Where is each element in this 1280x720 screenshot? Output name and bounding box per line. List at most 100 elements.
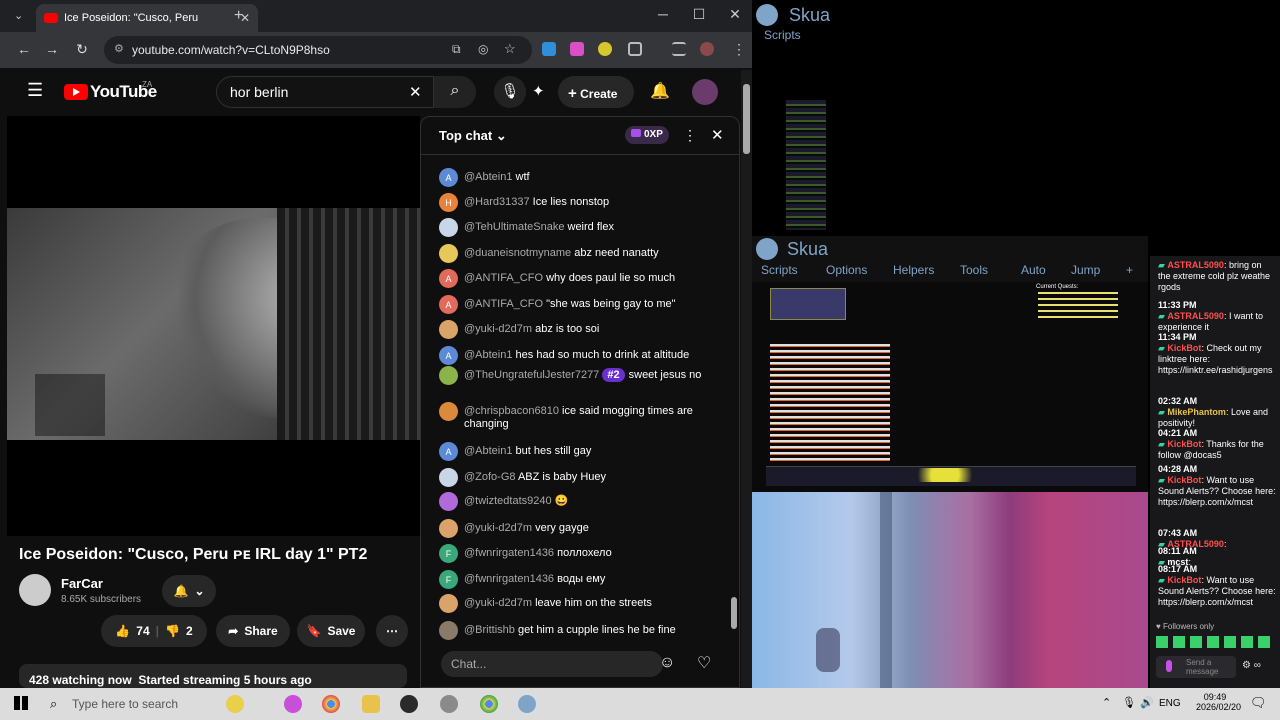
- notifications-icon[interactable]: 🗨: [1250, 695, 1267, 711]
- forward-icon[interactable]: →: [42, 41, 62, 57]
- windows-start-icon[interactable]: [14, 696, 28, 710]
- clear-search-icon[interactable]: ✕: [409, 83, 422, 101]
- chat-avatar[interactable]: [439, 244, 458, 263]
- xp-badge[interactable]: 0XP: [625, 126, 669, 144]
- chat-author[interactable]: @ANTIFA_CFO: [464, 272, 543, 284]
- extensions-puzzle-icon[interactable]: [628, 42, 642, 56]
- skua-menu-item[interactable]: Options: [826, 263, 867, 277]
- heart-icon[interactable]: ♡: [697, 653, 711, 673]
- gem-icon[interactable]: ✦: [532, 82, 545, 100]
- share-button[interactable]: ➦ Share: [216, 615, 290, 647]
- new-tab-icon[interactable]: +: [234, 7, 243, 25]
- scripts-menu[interactable]: Scripts: [764, 28, 801, 42]
- chat-author[interactable]: @yuki-d2d7m: [464, 323, 532, 335]
- chat-author[interactable]: @fwnrirgaten1436: [464, 547, 554, 559]
- weather-icon[interactable]: [226, 695, 244, 713]
- chat-author[interactable]: @Abtein1: [464, 171, 512, 183]
- bell-icon[interactable]: 🔔: [650, 81, 670, 101]
- skua-menu-item[interactable]: Helpers: [893, 263, 934, 277]
- reload-icon[interactable]: ↻: [72, 41, 92, 58]
- chat-avatar[interactable]: A: [439, 269, 458, 288]
- chat-avatar[interactable]: [439, 366, 458, 385]
- chat-author[interactable]: @Brittishb: [464, 624, 515, 636]
- chat-avatar[interactable]: F: [439, 570, 458, 589]
- volume-icon[interactable]: 🔊: [1140, 696, 1154, 709]
- file-explorer-icon[interactable]: [362, 695, 380, 713]
- chat-author[interactable]: @ANTIFA_CFO: [464, 298, 543, 310]
- search-icon[interactable]: ⌕: [50, 696, 57, 712]
- chat-avatar[interactable]: [439, 402, 458, 421]
- microphone-icon[interactable]: 🎙: [494, 76, 526, 108]
- like-button[interactable]: 👍 74: [115, 624, 149, 638]
- youtube-logo-icon[interactable]: [64, 84, 88, 100]
- skua-taskbar-icon[interactable]: [518, 695, 536, 713]
- chat-avatar[interactable]: [439, 218, 458, 237]
- close-chat-icon[interactable]: ✕: [711, 126, 724, 144]
- extension-icon[interactable]: [570, 42, 584, 56]
- emoji-icon[interactable]: ☺: [659, 654, 675, 672]
- chat-avatar[interactable]: [439, 621, 458, 640]
- chat-author[interactable]: @Abtein1: [464, 445, 512, 457]
- maximize-icon[interactable]: ☐: [684, 6, 714, 23]
- chat-avatar[interactable]: A: [439, 168, 458, 187]
- language-indicator[interactable]: ENG: [1159, 698, 1181, 709]
- search-input[interactable]: hor berlin ✕: [216, 76, 434, 108]
- url-field[interactable]: ⚙ youtube.com/watch?v=CLtoN9P8hso ⧉ ◎ ☆: [104, 36, 532, 64]
- copilot-icon[interactable]: [284, 695, 302, 713]
- taskbar-search[interactable]: Type here to search: [72, 697, 178, 711]
- emote-row[interactable]: [1156, 636, 1274, 648]
- skua-menu-item[interactable]: +: [1126, 263, 1133, 277]
- chat-author[interactable]: @Hard31337: [464, 196, 530, 208]
- chat-input[interactable]: Chat...: [441, 651, 663, 677]
- chat-avatar[interactable]: [439, 320, 458, 339]
- channel-name[interactable]: FarCar: [61, 576, 103, 591]
- chat-avatar[interactable]: H: [439, 193, 458, 212]
- skua-menu-item[interactable]: Auto: [1021, 263, 1046, 277]
- chat-avatar[interactable]: A: [439, 442, 458, 461]
- chat-author[interactable]: @TheUngratefulJester7277: [464, 369, 599, 381]
- obs-icon[interactable]: [400, 695, 418, 713]
- chat-author[interactable]: @yuki-d2d7m: [464, 522, 532, 534]
- search-icon[interactable]: ⌕: [434, 76, 476, 108]
- hamburger-menu-icon[interactable]: ☰: [27, 80, 43, 101]
- channel-avatar[interactable]: [19, 574, 51, 606]
- stream-chat-user[interactable]: KickBot: [1167, 475, 1201, 485]
- site-info-icon[interactable]: ⚙: [114, 42, 124, 55]
- chat-avatar[interactable]: A: [439, 346, 458, 365]
- chat-author[interactable]: @chrispbacon6810: [464, 405, 559, 417]
- mic-icon[interactable]: [1166, 660, 1172, 672]
- app-icon[interactable]: [440, 695, 458, 713]
- top-chat-dropdown[interactable]: Top chat ⌄: [439, 128, 507, 144]
- stream-chat-user[interactable]: MikePhantom: [1167, 407, 1226, 417]
- chrome-profile-icon[interactable]: [480, 695, 498, 713]
- settings-icon[interactable]: ⚙ ∞: [1242, 660, 1261, 671]
- bookmark-star-icon[interactable]: ☆: [504, 41, 516, 57]
- extension-icon[interactable]: [598, 42, 612, 56]
- minimize-icon[interactable]: ─: [648, 6, 678, 22]
- chat-author[interactable]: @Abtein1: [464, 349, 512, 361]
- skua-menu-item[interactable]: Scripts: [761, 263, 798, 277]
- stream-chat-user[interactable]: KickBot: [1167, 343, 1201, 353]
- create-button[interactable]: + Create: [558, 76, 634, 108]
- game-view[interactable]: Current Quests:: [752, 282, 1148, 492]
- notification-bell-button[interactable]: 🔔 ⌄: [162, 575, 216, 607]
- stream-chat-user[interactable]: KickBot: [1167, 575, 1201, 585]
- save-button[interactable]: 🔖 Save: [297, 615, 365, 647]
- browser-menu-icon[interactable]: ⋮: [732, 41, 746, 58]
- chat-author[interactable]: @duaneisnotmyname: [464, 247, 571, 259]
- page-scrollbar[interactable]: [741, 70, 752, 688]
- chat-author[interactable]: @twiztedtats9240: [464, 495, 552, 507]
- more-actions-icon[interactable]: ⋯: [376, 615, 408, 647]
- chat-author[interactable]: @fwnrirgaten1436: [464, 573, 554, 585]
- chat-avatar[interactable]: [439, 594, 458, 613]
- avatar[interactable]: [692, 79, 718, 105]
- stream-chat-user[interactable]: ASTRAL5090: [1167, 311, 1224, 321]
- skua-menu-item[interactable]: Tools: [960, 263, 988, 277]
- back-icon[interactable]: ←: [14, 41, 34, 57]
- reading-list-icon[interactable]: [672, 42, 686, 56]
- extension-icon[interactable]: [542, 42, 556, 56]
- chat-menu-icon[interactable]: ⋮: [683, 127, 697, 144]
- chevron-up-icon[interactable]: ⌃: [1102, 696, 1111, 709]
- chat-author[interactable]: @Zofo-G8: [464, 471, 516, 483]
- stream-chat-user[interactable]: ASTRAL5090: [1167, 260, 1224, 270]
